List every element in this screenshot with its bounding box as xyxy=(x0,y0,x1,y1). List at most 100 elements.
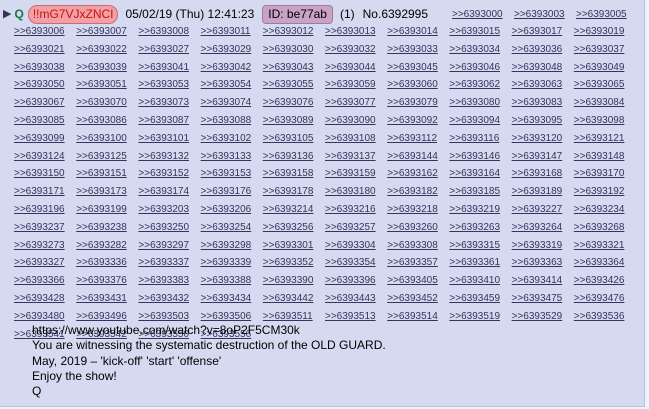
backlink[interactable]: >>6393176 xyxy=(201,184,252,199)
backlink[interactable]: >>6393121 xyxy=(574,131,625,146)
backlink[interactable]: >>6393366 xyxy=(14,273,65,288)
backlink[interactable]: >>6393250 xyxy=(138,220,189,235)
backlink[interactable]: >>6393074 xyxy=(201,95,252,110)
backlink[interactable]: >>6393137 xyxy=(325,149,376,164)
backlink[interactable]: >>6393218 xyxy=(387,202,438,217)
backlink[interactable]: >>6393339 xyxy=(201,255,252,270)
backlink[interactable]: >>6393087 xyxy=(138,113,189,128)
post-number-link[interactable]: No.6392995 xyxy=(363,7,428,21)
backlink[interactable]: >>6393536 xyxy=(574,309,625,324)
backlink[interactable]: >>6393158 xyxy=(263,166,314,181)
backlink[interactable]: >>6393092 xyxy=(387,113,438,128)
backlink[interactable]: >>6393133 xyxy=(201,149,252,164)
backlink[interactable]: >>6393214 xyxy=(263,202,314,217)
backlink[interactable]: >>6393100 xyxy=(76,131,127,146)
backlink[interactable]: >>6393182 xyxy=(387,184,438,199)
backlink[interactable]: >>6393005 xyxy=(576,7,627,22)
backlink[interactable]: >>6393431 xyxy=(76,291,127,306)
backlink[interactable]: >>6393199 xyxy=(76,202,127,217)
backlink[interactable]: >>6393254 xyxy=(201,220,252,235)
backlink[interactable]: >>6393192 xyxy=(574,184,625,199)
backlink[interactable]: >>6393098 xyxy=(574,113,625,128)
backlink[interactable]: >>6393480 xyxy=(14,309,65,324)
backlink[interactable]: >>6393012 xyxy=(263,24,314,39)
backlink[interactable]: >>6393428 xyxy=(14,291,65,306)
backlink[interactable]: >>6393014 xyxy=(387,24,438,39)
backlink[interactable]: >>6393008 xyxy=(138,24,189,39)
backlink[interactable]: >>6393189 xyxy=(512,184,563,199)
backlink[interactable]: >>6393152 xyxy=(138,166,189,181)
backlink[interactable]: >>6393090 xyxy=(325,113,376,128)
backlink[interactable]: >>6393203 xyxy=(138,202,189,217)
backlink[interactable]: >>6393060 xyxy=(387,77,438,92)
backlink[interactable]: >>6393256 xyxy=(263,220,314,235)
backlink[interactable]: >>6393063 xyxy=(512,77,563,92)
backlink[interactable]: >>6393054 xyxy=(201,77,252,92)
backlink[interactable]: >>6393308 xyxy=(387,238,438,253)
backlink[interactable]: >>6393364 xyxy=(574,255,625,270)
backlink[interactable]: >>6393506 xyxy=(201,309,252,324)
backlink[interactable]: >>6393159 xyxy=(325,166,376,181)
backlink[interactable]: >>6393032 xyxy=(325,42,376,57)
backlink[interactable]: >>6393007 xyxy=(76,24,127,39)
backlink[interactable]: >>6393125 xyxy=(76,149,127,164)
backlink[interactable]: >>6393079 xyxy=(387,95,438,110)
backlink[interactable]: >>6393089 xyxy=(263,113,314,128)
backlink[interactable]: >>6393027 xyxy=(138,42,189,57)
backlink[interactable]: >>6393048 xyxy=(512,60,563,75)
backlink[interactable]: >>6393083 xyxy=(512,95,563,110)
backlink[interactable]: >>6393120 xyxy=(512,131,563,146)
backlink[interactable]: >>6393051 xyxy=(76,77,127,92)
backlink[interactable]: >>6393013 xyxy=(325,24,376,39)
backlink[interactable]: >>6393006 xyxy=(14,24,65,39)
backlink[interactable]: >>6393112 xyxy=(387,131,437,146)
backlink[interactable]: >>6393039 xyxy=(76,60,127,75)
backlink[interactable]: >>6393067 xyxy=(14,95,65,110)
backlink[interactable]: >>6393042 xyxy=(201,60,252,75)
backlink[interactable]: >>6393022 xyxy=(76,42,127,57)
backlink[interactable]: >>6393170 xyxy=(574,166,625,181)
backlink[interactable]: >>6393150 xyxy=(14,166,65,181)
backlink[interactable]: >>6393105 xyxy=(263,131,314,146)
backlink[interactable]: >>6393094 xyxy=(449,113,500,128)
backlink[interactable]: >>6393076 xyxy=(263,95,314,110)
backlink[interactable]: >>6393475 xyxy=(512,291,563,306)
backlink[interactable]: >>6393363 xyxy=(512,255,563,270)
backlink[interactable]: >>6393432 xyxy=(138,291,189,306)
backlink[interactable]: >>6393041 xyxy=(138,60,189,75)
backlink[interactable]: >>6393304 xyxy=(325,238,376,253)
backlink[interactable]: >>6393099 xyxy=(14,131,65,146)
backlink[interactable]: >>6393327 xyxy=(14,255,65,270)
backlink[interactable]: >>6393132 xyxy=(138,149,189,164)
backlink[interactable]: >>6393476 xyxy=(574,291,625,306)
backlink[interactable]: >>6393050 xyxy=(14,77,65,92)
backlink[interactable]: >>6393227 xyxy=(512,202,563,217)
backlink[interactable]: >>6393034 xyxy=(449,42,500,57)
backlink[interactable]: >>6393073 xyxy=(138,95,189,110)
backlink[interactable]: >>6393282 xyxy=(76,238,127,253)
backlink[interactable]: >>6393017 xyxy=(512,24,563,39)
backlink[interactable]: >>6393443 xyxy=(325,291,376,306)
backlink[interactable]: >>6393298 xyxy=(201,238,252,253)
backlink[interactable]: >>6393043 xyxy=(263,60,314,75)
backlink[interactable]: >>6393045 xyxy=(387,60,438,75)
backlink[interactable]: >>6393062 xyxy=(449,77,500,92)
backlink[interactable]: >>6393148 xyxy=(574,149,625,164)
backlink[interactable]: >>6393405 xyxy=(387,273,438,288)
backlink[interactable]: >>6393015 xyxy=(449,24,500,39)
backlink[interactable]: >>6393055 xyxy=(263,77,314,92)
backlink[interactable]: >>6393234 xyxy=(574,202,625,217)
backlink[interactable]: >>6393238 xyxy=(76,220,127,235)
backlink[interactable]: >>6393301 xyxy=(263,238,314,253)
backlink[interactable]: >>6393519 xyxy=(449,309,500,324)
backlink[interactable]: >>6393513 xyxy=(325,309,376,324)
backlink[interactable]: >>6393164 xyxy=(449,166,500,181)
backlink[interactable]: >>6393529 xyxy=(512,309,563,324)
backlink[interactable]: >>6393514 xyxy=(387,309,438,324)
poster-id-badge[interactable]: ID: be77ab xyxy=(262,5,333,24)
backlink[interactable]: >>6393136 xyxy=(263,149,314,164)
backlink[interactable]: >>6393396 xyxy=(325,273,376,288)
backlink[interactable]: >>6393168 xyxy=(512,166,563,181)
backlink[interactable]: >>6393038 xyxy=(14,60,65,75)
backlink[interactable]: >>6393257 xyxy=(325,220,376,235)
